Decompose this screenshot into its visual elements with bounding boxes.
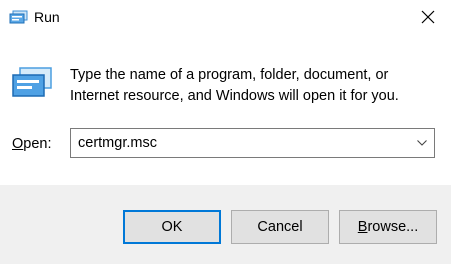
description-line-1: Type the name of a program, folder, docu… bbox=[70, 67, 389, 83]
close-button[interactable] bbox=[405, 0, 451, 34]
browse-button[interactable]: Browse... bbox=[339, 210, 437, 244]
browse-mnemonic: B bbox=[357, 219, 368, 235]
open-input[interactable] bbox=[71, 129, 408, 157]
open-label: Open: bbox=[12, 135, 52, 153]
browse-rest: rowse... bbox=[367, 219, 419, 235]
description: Type the name of a program, folder, docu… bbox=[70, 65, 440, 107]
description-line-2: Internet resource, and Windows will open… bbox=[70, 88, 399, 104]
open-label-rest: pen: bbox=[23, 136, 52, 152]
title-bar[interactable]: Run bbox=[0, 0, 451, 34]
dropdown-button[interactable] bbox=[410, 129, 434, 157]
chevron-down-icon bbox=[417, 140, 427, 146]
close-icon bbox=[421, 10, 435, 24]
dialog-body: Type the name of a program, folder, docu… bbox=[0, 34, 451, 185]
ok-button[interactable]: OK bbox=[123, 210, 221, 244]
open-label-mnemonic: O bbox=[12, 136, 24, 152]
run-icon bbox=[11, 66, 53, 98]
window-title: Run bbox=[34, 9, 60, 25]
open-combobox[interactable] bbox=[70, 128, 435, 158]
run-icon bbox=[9, 10, 28, 24]
cancel-button[interactable]: Cancel bbox=[231, 210, 329, 244]
button-bar: OK Cancel Browse... bbox=[0, 185, 451, 264]
